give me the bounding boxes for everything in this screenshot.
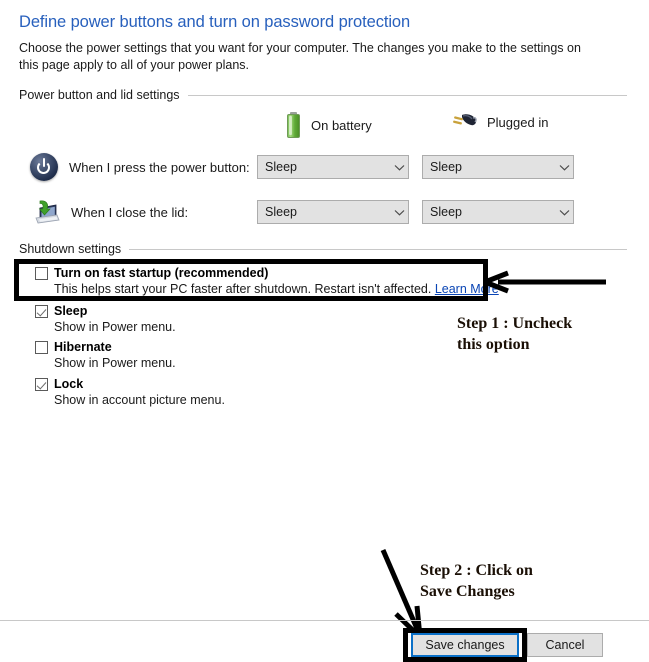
group-header-power-lid-settings: Power button and lid settings [19,88,627,102]
column-header-plugged-in: Plugged in [451,112,548,132]
group-header-rule [129,248,627,250]
option-row[interactable]: Sleep [35,304,176,318]
group-header-label: Power button and lid settings [19,88,180,102]
footer-divider [0,620,649,621]
dropdown-value: Sleep [265,160,297,174]
group-header-rule [187,94,627,96]
dropdown-value: Sleep [430,205,462,219]
chevron-down-icon [555,156,573,178]
option-hibernate: Hibernate Show in Power menu. [35,340,176,370]
annotation-text-step-2: Step 2 : Click on Save Changes [420,562,533,600]
dropdown-close-lid-on-battery[interactable]: Sleep [257,200,409,224]
group-header-shutdown-settings: Shutdown settings [19,242,627,256]
setting-row-power-button: When I press the power button: [30,152,250,182]
dropdown-value: Sleep [265,205,297,219]
setting-row-label: When I close the lid: [71,204,189,220]
dropdown-power-button-plugged-in[interactable]: Sleep [422,155,574,179]
option-description-text: This helps start your PC faster after sh… [54,282,435,296]
chevron-down-icon [390,156,408,178]
dropdown-value: Sleep [430,160,462,174]
checkbox-sleep[interactable] [35,305,48,318]
chevron-down-icon [390,201,408,223]
column-header-on-battery: On battery [286,112,372,139]
option-title: Hibernate [54,340,112,354]
option-description: Show in Power menu. [54,356,176,370]
option-fast-startup: Turn on fast startup (recommended) This … [35,266,499,296]
option-sleep: Sleep Show in Power menu. [35,304,176,334]
checkbox-hibernate[interactable] [35,341,48,354]
column-header-label: On battery [311,118,372,133]
page-title: Define power buttons and turn on passwor… [19,13,411,31]
page-description: Choose the power settings that you want … [19,41,581,72]
option-description: Show in Power menu. [54,320,176,334]
option-row[interactable]: Lock [35,377,225,391]
save-changes-button[interactable]: Save changes [411,633,519,657]
checkbox-fast-startup[interactable] [35,267,48,280]
option-title: Turn on fast startup (recommended) [54,266,269,280]
annotation-text-step-1: Step 1 : Uncheck this option [457,315,573,353]
dropdown-power-button-on-battery[interactable]: Sleep [257,155,409,179]
option-row[interactable]: Hibernate [35,340,176,354]
option-description: This helps start your PC faster after sh… [54,282,499,296]
setting-row-close-lid: When I close the lid: [30,197,188,227]
power-plug-icon [451,112,477,132]
laptop-lid-icon [30,199,60,225]
setting-row-label: When I press the power button: [69,159,250,175]
option-title: Sleep [54,304,88,318]
cancel-button[interactable]: Cancel [527,633,603,657]
option-title: Lock [54,377,84,391]
power-button-icon [30,153,58,181]
option-lock: Lock Show in account picture menu. [35,377,225,407]
option-description: Show in account picture menu. [54,393,225,407]
column-header-label: Plugged in [487,114,549,130]
battery-icon [286,112,301,139]
option-row[interactable]: Turn on fast startup (recommended) [35,266,499,280]
dropdown-close-lid-plugged-in[interactable]: Sleep [422,200,574,224]
group-header-label: Shutdown settings [19,242,122,256]
checkbox-lock[interactable] [35,378,48,391]
chevron-down-icon [555,201,573,223]
annotation-arrow-step-1 [482,270,610,299]
